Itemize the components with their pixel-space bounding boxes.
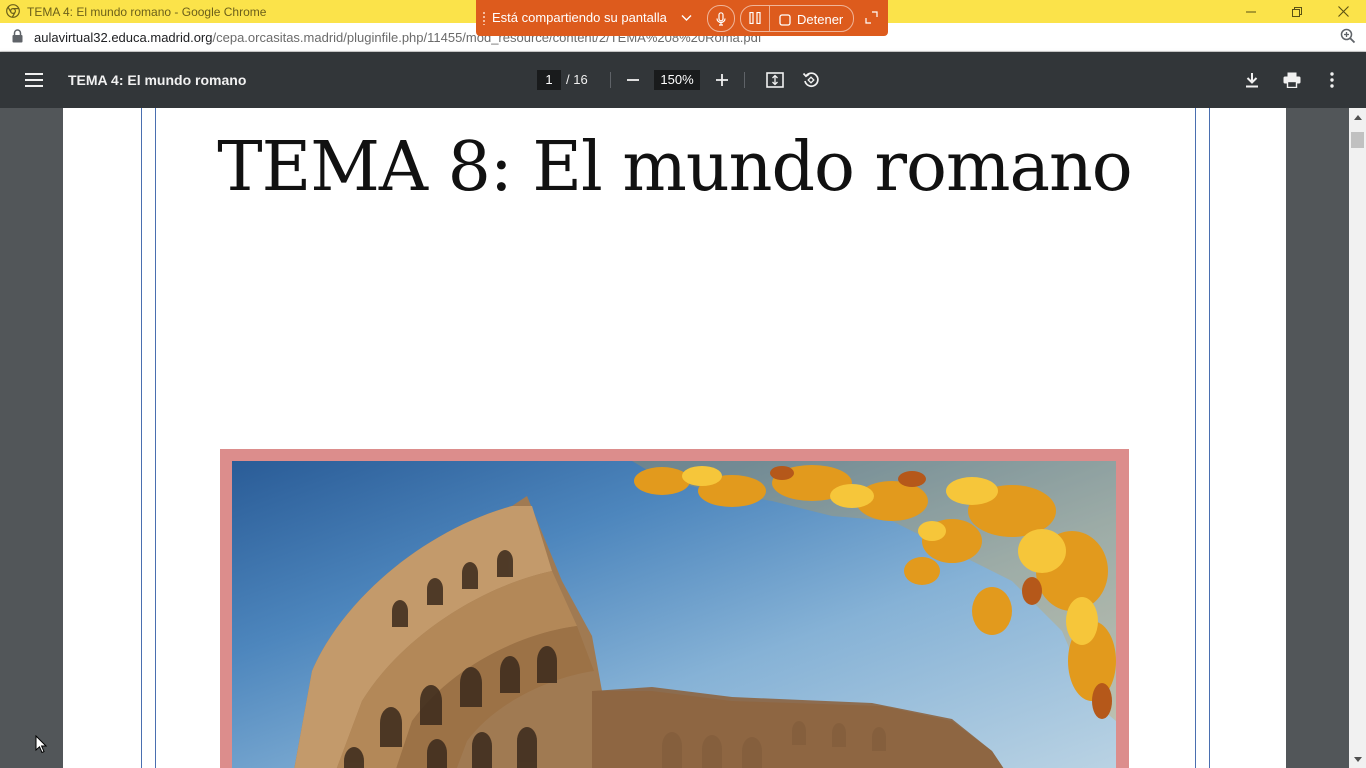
scrollbar-thumb[interactable] bbox=[1351, 132, 1364, 148]
pdf-viewer[interactable]: TEMA 8: El mundo romano bbox=[0, 108, 1349, 768]
download-button[interactable] bbox=[1240, 68, 1264, 92]
screen-sharing-bar: Está compartiendo su pantalla Detener bbox=[476, 0, 888, 36]
zoom-out-button[interactable] bbox=[621, 68, 645, 92]
page-border-line bbox=[155, 108, 156, 768]
more-vertical-icon bbox=[1330, 72, 1334, 88]
minimize-button[interactable] bbox=[1228, 0, 1274, 23]
microphone-button[interactable] bbox=[707, 5, 735, 32]
print-button[interactable] bbox=[1280, 68, 1304, 92]
fit-page-icon bbox=[766, 72, 784, 88]
microphone-icon bbox=[716, 11, 726, 26]
url-host: aulavirtual32.educa.madrid.org bbox=[34, 30, 213, 45]
photo-frame bbox=[220, 449, 1129, 768]
document-title: TEMA 4: El mundo romano bbox=[68, 72, 247, 88]
fit-to-page-button[interactable] bbox=[763, 68, 787, 92]
stop-sharing-button[interactable]: Detener bbox=[779, 12, 843, 27]
zoom-in-button[interactable] bbox=[710, 68, 734, 92]
drag-handle-icon[interactable] bbox=[482, 11, 486, 25]
sharing-controls: Detener bbox=[740, 5, 854, 32]
colosseum-photo bbox=[232, 461, 1116, 768]
window-title: TEMA 4: El mundo romano - Google Chrome bbox=[27, 5, 267, 19]
current-page-input[interactable]: 1 bbox=[537, 70, 561, 90]
total-pages: / 16 bbox=[566, 72, 588, 87]
pdf-page: TEMA 8: El mundo romano bbox=[63, 108, 1286, 768]
expand-button[interactable] bbox=[865, 11, 878, 27]
pdf-toolbar: TEMA 4: El mundo romano 1 / 16 150% bbox=[0, 52, 1366, 108]
zoom-level-input[interactable]: 150% bbox=[654, 70, 700, 90]
rotate-button[interactable] bbox=[799, 68, 823, 92]
triangle-down-icon bbox=[1353, 756, 1362, 762]
download-icon bbox=[1246, 73, 1258, 88]
mouse-cursor-icon bbox=[35, 735, 47, 754]
pause-icon bbox=[749, 11, 761, 25]
chevron-down-icon bbox=[681, 15, 692, 21]
restore-button[interactable] bbox=[1274, 0, 1320, 23]
expand-icon bbox=[865, 11, 878, 24]
rotate-icon bbox=[802, 72, 819, 88]
minus-icon bbox=[627, 79, 639, 81]
page-border-line bbox=[141, 108, 142, 768]
document-heading: TEMA 8: El mundo romano bbox=[217, 128, 1133, 207]
sharing-dropdown[interactable] bbox=[681, 10, 692, 25]
chrome-icon bbox=[6, 4, 20, 18]
plus-icon bbox=[716, 74, 728, 86]
page-border-line bbox=[1209, 108, 1210, 768]
vertical-scrollbar[interactable] bbox=[1349, 108, 1366, 768]
stop-sharing-label: Detener bbox=[797, 12, 844, 27]
scroll-up-button[interactable] bbox=[1349, 110, 1366, 124]
close-icon bbox=[1337, 6, 1349, 17]
stop-icon bbox=[779, 13, 791, 26]
triangle-up-icon bbox=[1353, 114, 1362, 120]
scroll-down-button[interactable] bbox=[1349, 752, 1366, 766]
restore-icon bbox=[1292, 6, 1302, 17]
lock-icon bbox=[12, 29, 23, 43]
minimize-icon bbox=[1246, 11, 1256, 12]
zoom-icon[interactable] bbox=[1340, 28, 1356, 44]
hamburger-menu-icon bbox=[25, 73, 43, 87]
more-options-button[interactable] bbox=[1320, 68, 1344, 92]
pause-button[interactable] bbox=[749, 11, 761, 27]
toolbar-divider bbox=[610, 72, 611, 88]
printer-icon bbox=[1283, 72, 1301, 88]
sharing-status-text: Está compartiendo su pantalla bbox=[492, 10, 667, 25]
colosseum-illustration bbox=[294, 461, 1116, 768]
pill-divider bbox=[769, 6, 770, 31]
close-button[interactable] bbox=[1320, 0, 1366, 23]
menu-button[interactable] bbox=[22, 68, 46, 92]
toolbar-divider bbox=[744, 72, 745, 88]
page-border-line bbox=[1195, 108, 1196, 768]
